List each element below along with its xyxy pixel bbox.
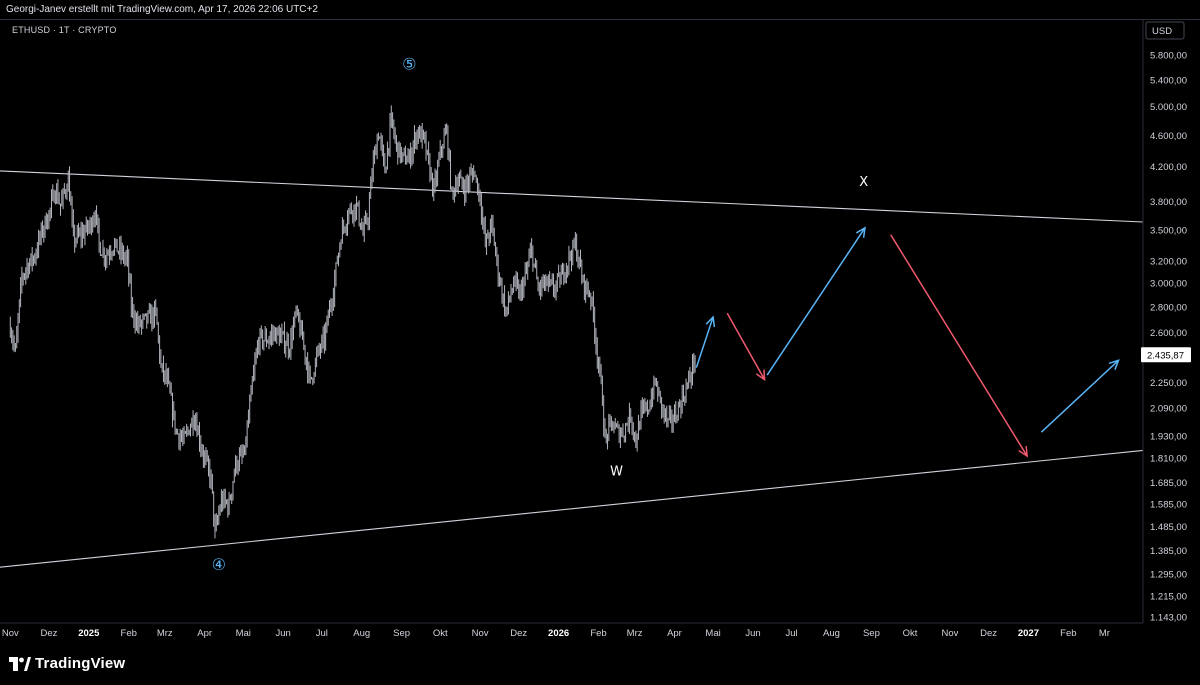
price-axis-tick: 4.600,00 [1150, 131, 1187, 142]
time-axis-tick: Apr [197, 628, 212, 639]
time-axis-tick: Dez [510, 628, 527, 639]
time-axis-tick: Jun [276, 628, 291, 639]
time-axis-tick: Aug [353, 628, 370, 639]
price-axis-tick: 1.143,00 [1150, 613, 1187, 624]
time-axis-tick: Dez [980, 628, 997, 639]
wave-label: ⑤ [402, 55, 416, 74]
price-axis-tick: 1.930,00 [1150, 431, 1187, 442]
currency-label: USD [1152, 26, 1172, 37]
time-axis-tick: Feb [121, 628, 137, 639]
time-axis-tick: Jul [316, 628, 328, 639]
price-axis-tick: 1.585,00 [1150, 499, 1187, 510]
time-axis-tick: Apr [667, 628, 682, 639]
time-axis-tick: Mrz [627, 628, 643, 639]
time-axis: Nov Dez 2025 Feb Mrz Apr Mai Jun Jul Aug Sep Okt Nov… [2, 628, 1110, 639]
price-axis-tick: 5.000,00 [1150, 102, 1187, 113]
top-bar: Georgi-Janev erstellt mit TradingView.co… [0, 0, 1200, 20]
price-axis-tick: 1.685,00 [1150, 478, 1187, 489]
price-axis-tick: 1.810,00 [1150, 453, 1187, 464]
tradingview-logo-icon [9, 656, 31, 671]
time-axis-tick: Feb [590, 628, 606, 639]
time-axis-tick: Sep [863, 628, 880, 639]
price-axis-tick: 4.200,00 [1150, 162, 1187, 173]
time-axis-tick: Okt [433, 628, 448, 639]
time-axis-tick: Nov [472, 628, 489, 639]
wave-label: W [610, 465, 623, 480]
time-axis-tick: Nov [941, 628, 958, 639]
price-axis-tick: 1.485,00 [1150, 522, 1187, 533]
time-axis-tick: 2027 [1018, 628, 1039, 639]
price-axis-tick: 3.800,00 [1150, 197, 1187, 208]
tradingview-logo[interactable]: TradingView [9, 655, 125, 672]
price-axis-tick: 2.250,00 [1150, 378, 1187, 389]
time-axis-tick: Mai [705, 628, 720, 639]
wave-label: X [859, 175, 868, 190]
time-axis-tick: Jul [786, 628, 798, 639]
time-axis-tick: Mr [1099, 628, 1110, 639]
snapshot-caption: Georgi-Janev erstellt mit TradingView.co… [6, 4, 318, 15]
time-axis-tick: Aug [823, 628, 840, 639]
price-axis-tick: 3.200,00 [1150, 256, 1187, 267]
last-price-label: 2.435,87 [1147, 351, 1184, 362]
price-axis-tick: 1.295,00 [1150, 569, 1187, 580]
price-axis-tick: 2.600,00 [1150, 328, 1187, 339]
price-axis-tick: 5.400,00 [1150, 75, 1187, 86]
price-axis-tick: 1.215,00 [1150, 591, 1187, 602]
time-axis-tick: Mai [236, 628, 251, 639]
time-axis-tick: Feb [1060, 628, 1076, 639]
time-axis-tick: 2026 [548, 628, 569, 639]
price-axis-tick: 3.500,00 [1150, 225, 1187, 236]
symbol-label: ETHUSD · 1T · CRYPTO [12, 25, 117, 35]
price-axis-tick: 1.385,00 [1150, 546, 1187, 557]
price-axis-tick: 2.090,00 [1150, 404, 1187, 415]
footer [0, 643, 1200, 685]
price-axis-tick: 3.000,00 [1150, 279, 1187, 290]
wave-label: ④ [212, 555, 226, 574]
time-axis-tick: Jun [745, 628, 760, 639]
time-axis-tick: Nov [2, 628, 19, 639]
price-axis-tick: 5.800,00 [1150, 51, 1187, 62]
time-axis-tick: Dez [40, 628, 57, 639]
time-axis-tick: Mrz [157, 628, 173, 639]
time-axis-tick: 2025 [78, 628, 100, 639]
time-axis-tick: Okt [903, 628, 918, 639]
time-axis-tick: Sep [393, 628, 410, 639]
price-chart[interactable]: ⑤ ④ W X 5.800,00 5.400,00 5.000,00 4.600,00 4.2… [0, 20, 1200, 643]
price-axis-tick: 2.800,00 [1150, 303, 1187, 314]
brand-name: TradingView [35, 655, 126, 672]
